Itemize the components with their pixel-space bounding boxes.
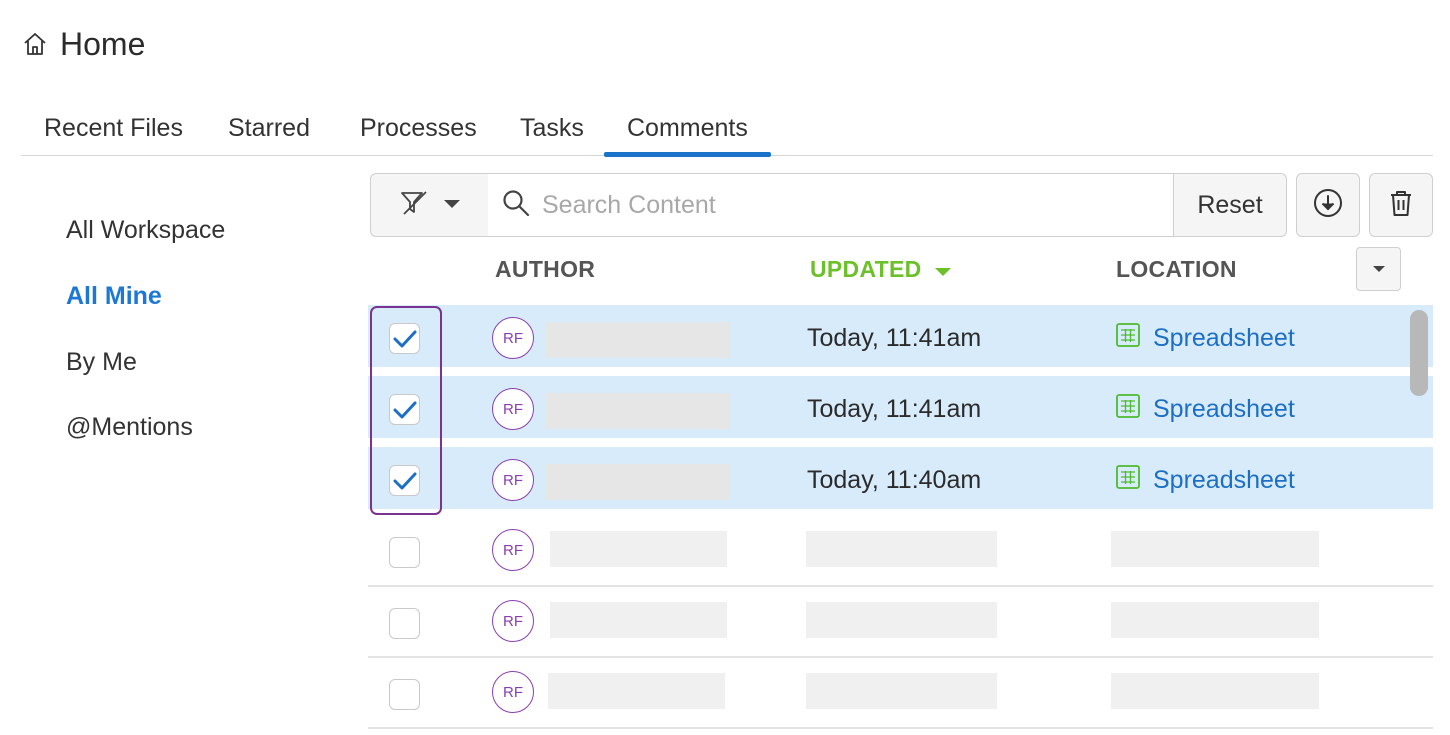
location-label: Spreadsheet	[1153, 466, 1295, 494]
row-checkbox[interactable]	[389, 394, 420, 425]
redacted-author	[550, 531, 727, 567]
avatar: RF	[492, 388, 534, 430]
column-options-button[interactable]	[1356, 247, 1401, 291]
trash-icon	[1388, 189, 1414, 222]
updated-time: Today, 11:41am	[807, 324, 982, 352]
spreadsheet-icon	[1115, 464, 1141, 497]
table-row[interactable]: RF	[368, 658, 1433, 729]
redacted-updated	[806, 602, 997, 638]
redacted-author	[548, 673, 725, 709]
search-field	[488, 173, 1174, 237]
sidebar-item-mentions[interactable]: @Mentions	[66, 413, 193, 442]
redacted-updated	[806, 531, 997, 567]
tab-starred[interactable]: Starred	[228, 108, 310, 156]
check-icon	[393, 401, 416, 418]
redacted-updated	[806, 673, 997, 709]
location-label: Spreadsheet	[1153, 324, 1295, 352]
avatar: RF	[492, 459, 534, 501]
avatar: RF	[492, 600, 534, 642]
updated-time: Today, 11:40am	[807, 466, 982, 494]
location-label: Spreadsheet	[1153, 395, 1295, 423]
home-icon	[22, 30, 50, 58]
row-checkbox[interactable]	[389, 323, 420, 354]
sort-desc-icon	[934, 256, 952, 283]
search-input[interactable]	[542, 190, 1142, 220]
redacted-location	[1111, 673, 1319, 709]
column-header-updated-label: UPDATED	[810, 256, 922, 282]
tab-processes[interactable]: Processes	[360, 108, 477, 156]
filter-icon	[399, 189, 429, 222]
scrollbar-thumb[interactable]	[1410, 310, 1428, 396]
spreadsheet-icon	[1115, 322, 1141, 355]
location-link[interactable]: Spreadsheet	[1115, 464, 1295, 497]
table-row[interactable]: RF Today, 11:41am Spreadsheet	[368, 376, 1433, 444]
row-checkbox[interactable]	[389, 465, 420, 496]
page-title: Home	[60, 25, 146, 62]
delete-button[interactable]	[1369, 173, 1433, 237]
download-icon	[1312, 187, 1344, 224]
tab-bar: Recent Files Starred Processes Tasks Com…	[21, 108, 1433, 157]
updated-time: Today, 11:41am	[807, 395, 982, 423]
spreadsheet-icon	[1115, 393, 1141, 426]
check-icon	[393, 472, 416, 489]
sidebar-item-all-workspace[interactable]: All Workspace	[66, 216, 225, 245]
column-header-location[interactable]: LOCATION	[1116, 256, 1237, 283]
avatar: RF	[492, 317, 534, 359]
download-button[interactable]	[1296, 173, 1360, 237]
sidebar-item-all-mine[interactable]: All Mine	[66, 282, 162, 311]
reset-button[interactable]: Reset	[1173, 173, 1287, 237]
column-header-updated[interactable]: UPDATED	[810, 256, 952, 283]
redacted-location	[1111, 531, 1319, 567]
chevron-down-icon	[443, 196, 461, 214]
location-link[interactable]: Spreadsheet	[1115, 393, 1295, 426]
table-row[interactable]: RF Today, 11:40am Spreadsheet	[368, 447, 1433, 515]
check-icon	[393, 330, 416, 347]
redacted-author	[546, 393, 730, 429]
table-row[interactable]: RF	[368, 516, 1433, 587]
tab-recent-files[interactable]: Recent Files	[44, 108, 183, 156]
location-link[interactable]: Spreadsheet	[1115, 322, 1295, 355]
tab-tasks[interactable]: Tasks	[520, 108, 584, 156]
avatar: RF	[492, 529, 534, 571]
filter-dropdown-button[interactable]	[370, 173, 489, 237]
sidebar-item-by-me[interactable]: By Me	[66, 348, 137, 377]
column-header-author[interactable]: AUTHOR	[495, 256, 595, 283]
chevron-down-icon	[1372, 260, 1386, 278]
row-checkbox[interactable]	[389, 537, 420, 568]
page-header: Home	[22, 24, 145, 64]
row-checkbox[interactable]	[389, 679, 420, 710]
search-icon	[502, 189, 530, 222]
table-row[interactable]: RF Today, 11:41am Spreadsheet	[368, 305, 1433, 373]
redacted-author	[550, 602, 727, 638]
redacted-author	[546, 464, 730, 500]
redacted-location	[1111, 602, 1319, 638]
row-checkbox[interactable]	[389, 608, 420, 639]
tab-comments[interactable]: Comments	[604, 108, 771, 157]
avatar: RF	[492, 671, 534, 713]
table-row[interactable]: RF	[368, 587, 1433, 658]
redacted-author	[546, 322, 730, 358]
